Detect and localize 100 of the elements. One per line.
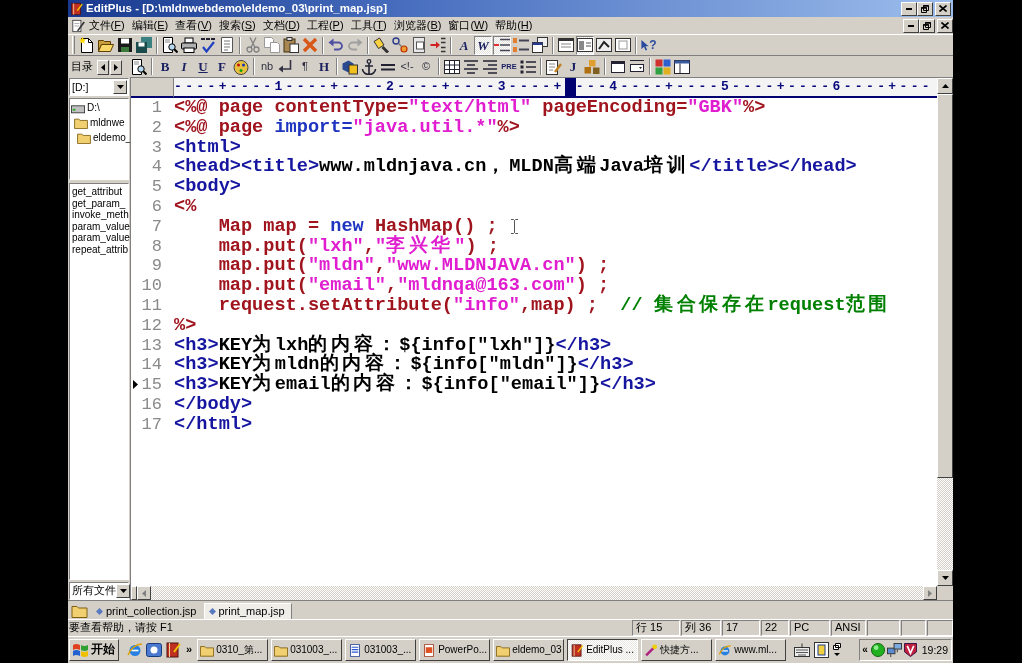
- toolbar-button[interactable]: [576, 35, 594, 55]
- menu-item[interactable]: 查看(V): [171, 18, 216, 33]
- taskbar-button[interactable]: www.ml...: [715, 639, 787, 661]
- toolbar-button[interactable]: [410, 35, 428, 55]
- dropdown-arrow-button[interactable]: [113, 80, 127, 94]
- toolbar-button[interactable]: [614, 35, 632, 55]
- toolbar-button[interactable]: [493, 35, 511, 55]
- shield-icon[interactable]: [903, 643, 917, 657]
- toolbar-button[interactable]: B: [156, 57, 174, 76]
- drive-dropdown[interactable]: [D:]: [69, 78, 129, 96]
- toolbar-button[interactable]: [78, 35, 96, 55]
- toolbar-button[interactable]: [135, 35, 153, 55]
- dropdown-arrow-button[interactable]: [116, 584, 130, 598]
- framed-card-icon[interactable]: [814, 642, 830, 658]
- toolbar-button[interactable]: [130, 57, 148, 76]
- taskbar-button[interactable]: PowerPo...: [419, 639, 491, 661]
- toolbar-button[interactable]: [161, 35, 179, 55]
- menu-item[interactable]: 浏览器(B): [390, 18, 445, 33]
- restore-button[interactable]: [919, 18, 935, 33]
- horizontal-scrollbar[interactable]: [131, 586, 937, 600]
- toolbar-button[interactable]: [116, 35, 134, 55]
- monitors-icon[interactable]: [886, 643, 902, 657]
- menu-item[interactable]: 编辑(E): [128, 18, 172, 33]
- sphere-icon[interactable]: [870, 643, 885, 657]
- toolbar-grip[interactable]: [72, 36, 75, 54]
- scroll-down-button[interactable]: [937, 570, 953, 586]
- split-handle[interactable]: [131, 586, 137, 600]
- tray-expand-button[interactable]: «: [862, 644, 869, 656]
- close-button[interactable]: [937, 18, 953, 33]
- taskbar-button[interactable]: eldemo_03: [493, 639, 565, 661]
- file-list-item[interactable]: param_value: [72, 232, 128, 244]
- document-tab[interactable]: print_collection.jsp: [91, 603, 204, 619]
- folder-icon[interactable]: [71, 604, 88, 618]
- taskbar-button[interactable]: EditPlus ...: [567, 639, 639, 661]
- menu-item[interactable]: 文档(D): [259, 18, 304, 33]
- toolbar-button[interactable]: [282, 35, 300, 55]
- taskbar-button[interactable]: 031003_...: [345, 639, 417, 661]
- menu-item[interactable]: 工具(T): [347, 18, 391, 33]
- toolbar-button[interactable]: [429, 35, 447, 55]
- menu-item[interactable]: 窗口(W): [444, 18, 492, 33]
- next-button[interactable]: [110, 59, 122, 75]
- toolbar-button[interactable]: [218, 35, 236, 55]
- toolbar-button[interactable]: [180, 35, 198, 55]
- toolbar-button[interactable]: [372, 35, 390, 55]
- toolbar-button[interactable]: [545, 57, 563, 76]
- notebook-pencil-icon[interactable]: [165, 642, 181, 658]
- toolbar-button[interactable]: ©: [417, 57, 435, 76]
- menu-item[interactable]: 文件(F): [85, 18, 129, 33]
- toolbar-button[interactable]: [199, 35, 217, 55]
- tree-item[interactable]: eldemo_: [70, 130, 128, 145]
- taskbar-button[interactable]: 031003_...: [271, 639, 343, 661]
- close-button[interactable]: [935, 1, 951, 16]
- document-tab[interactable]: print_map.jsp: [203, 603, 292, 619]
- scroll-right-button[interactable]: [923, 586, 937, 600]
- keyboard-icon[interactable]: [794, 643, 811, 657]
- start-button[interactable]: 开始: [69, 639, 119, 661]
- toolbar-button[interactable]: F: [213, 57, 231, 76]
- toolbar-button[interactable]: I: [175, 57, 193, 76]
- document-pencil-icon[interactable]: [72, 18, 85, 33]
- taskbar-button[interactable]: 0310_第...: [197, 639, 269, 661]
- previous-button[interactable]: [97, 59, 109, 75]
- restore-small-icon[interactable]: [833, 643, 842, 657]
- scroll-up-button[interactable]: [937, 78, 953, 94]
- toolbar-button[interactable]: [443, 57, 461, 76]
- toolbar-button[interactable]: <!-: [398, 57, 416, 76]
- toolbar-button[interactable]: [673, 57, 691, 76]
- scroll-left-button[interactable]: [137, 586, 151, 600]
- toolbar-button[interactable]: [595, 35, 613, 55]
- tree-item[interactable]: mldnwe: [70, 115, 128, 130]
- minimize-button[interactable]: [901, 1, 917, 16]
- vertical-scrollbar[interactable]: [937, 78, 953, 586]
- toolbar-button[interactable]: H: [315, 57, 333, 76]
- toolbar-button[interactable]: W: [474, 35, 492, 55]
- toolbar-button[interactable]: [391, 35, 409, 55]
- toolbar-button[interactable]: ¶: [296, 57, 314, 76]
- restore-button[interactable]: [917, 1, 933, 16]
- file-list-item[interactable]: repeat_attrib: [72, 243, 128, 256]
- orbit-ball-icon[interactable]: [127, 642, 143, 658]
- toolbar-button[interactable]: nb: [258, 57, 276, 76]
- tree-item[interactable]: D:\: [70, 100, 128, 115]
- toolbar-button[interactable]: [557, 35, 575, 55]
- quick-launch-more-button[interactable]: »: [184, 643, 195, 657]
- menu-item[interactable]: 搜索(S): [215, 18, 260, 33]
- file-list-item[interactable]: param_value: [72, 220, 128, 233]
- menu-item[interactable]: 工程(P): [303, 18, 348, 33]
- toolbar-button[interactable]: J: [564, 57, 582, 76]
- file-list-item[interactable]: get_param_: [72, 197, 128, 210]
- toolbar-button[interactable]: [531, 35, 549, 55]
- toolbar-button[interactable]: [360, 57, 378, 76]
- toolbar-button[interactable]: A: [455, 35, 473, 55]
- scrollbar-thumb[interactable]: [937, 94, 953, 478]
- minimize-button[interactable]: [903, 18, 919, 33]
- file-filter-dropdown[interactable]: 所有文件: [69, 582, 129, 600]
- taskbar-button[interactable]: 快捷方...: [641, 639, 713, 661]
- toolbar-button[interactable]: U: [194, 57, 212, 76]
- menu-item[interactable]: 帮助(H): [491, 18, 536, 33]
- file-list-item[interactable]: get_attribut: [72, 186, 128, 198]
- file-list-item[interactable]: invoke_meth: [72, 209, 128, 221]
- toolbar-button[interactable]: [512, 35, 530, 55]
- circle-tile-icon[interactable]: [146, 642, 162, 658]
